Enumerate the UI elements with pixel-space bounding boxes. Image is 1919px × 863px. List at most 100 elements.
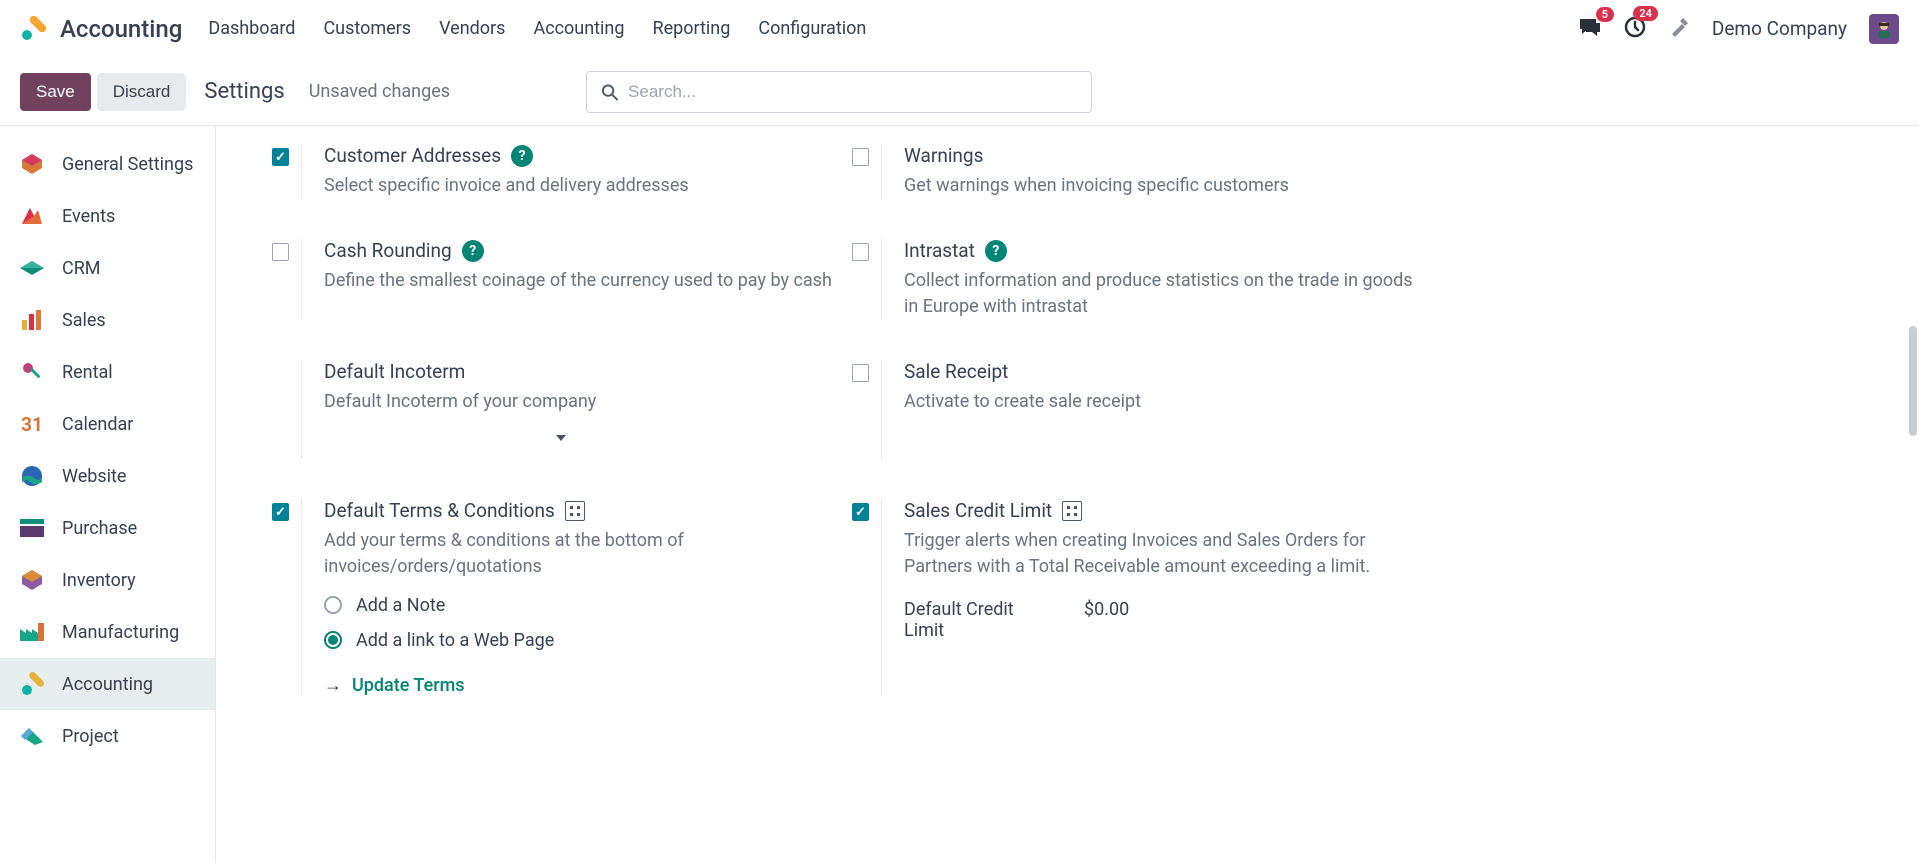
sidebar-item-website[interactable]: Website <box>0 450 215 502</box>
menu-configuration[interactable]: Configuration <box>758 18 866 39</box>
sidebar-item-label: CRM <box>62 258 101 279</box>
sidebar-item-rental[interactable]: Rental <box>0 346 215 398</box>
menu-customers[interactable]: Customers <box>323 18 411 39</box>
setting-desc: Get warnings when invoicing specific cus… <box>904 173 1428 199</box>
sidebar-item-accounting[interactable]: Accounting <box>0 658 215 710</box>
credit-limit-value[interactable]: $0.00 <box>1084 599 1129 641</box>
setting-title: Sale Receipt <box>904 360 1008 383</box>
help-icon[interactable]: ? <box>985 240 1007 262</box>
radio-icon <box>324 596 342 614</box>
messages-button[interactable]: 5 <box>1578 17 1602 41</box>
sidebar-item-manufacturing[interactable]: Manufacturing <box>0 606 215 658</box>
radio-icon <box>324 631 342 649</box>
setting-desc: Define the smallest coinage of the curre… <box>324 268 848 294</box>
cash-rounding-checkbox[interactable] <box>272 243 289 261</box>
setting-title: Warnings <box>904 144 983 167</box>
sidebar-item-label: Project <box>62 726 119 747</box>
sidebar-item-label: Calendar <box>62 414 133 435</box>
setting-desc: Add your terms & conditions at the botto… <box>324 528 848 580</box>
credit-limit-label: Default Credit Limit <box>904 599 1044 641</box>
setting-sales-credit-limit: Sales Credit Limit Trigger alerts when c… <box>852 499 1428 695</box>
body: General Settings Events CRM Sales Rental… <box>0 126 1919 863</box>
sale-receipt-checkbox[interactable] <box>852 364 869 382</box>
search-input[interactable] <box>628 82 1077 102</box>
setting-desc: Activate to create sale receipt <box>904 389 1428 415</box>
sidebar-item-label: Website <box>62 466 126 487</box>
company-selector[interactable]: Demo Company <box>1712 17 1847 40</box>
sidebar-item-label: Manufacturing <box>62 622 179 643</box>
setting-desc: Collect information and produce statisti… <box>904 268 1428 320</box>
sidebar-item-label: General Settings <box>62 154 193 175</box>
sidebar-item-calendar[interactable]: 31 Calendar <box>0 398 215 450</box>
sidebar-item-label: Events <box>62 206 115 227</box>
setting-title: Sales Credit Limit <box>904 499 1052 522</box>
unsaved-status: Unsaved changes <box>309 81 450 102</box>
save-button[interactable]: Save <box>20 73 91 111</box>
company-scope-icon[interactable] <box>565 501 585 521</box>
menu-reporting[interactable]: Reporting <box>652 18 730 39</box>
setting-desc: Select specific invoice and delivery add… <box>324 173 848 199</box>
setting-sale-receipt: Sale Receipt Activate to create sale rec… <box>852 360 1428 459</box>
sidebar-item-sales[interactable]: Sales <box>0 294 215 346</box>
sidebar-item-inventory[interactable]: Inventory <box>0 554 215 606</box>
setting-title: Customer Addresses <box>324 144 501 167</box>
intrastat-checkbox[interactable] <box>852 243 869 261</box>
sidebar-item-crm[interactable]: CRM <box>0 242 215 294</box>
sidebar-item-project[interactable]: Project <box>0 710 215 762</box>
user-avatar[interactable] <box>1869 14 1899 44</box>
events-icon <box>18 202 46 230</box>
activities-button[interactable]: 24 <box>1624 16 1646 42</box>
arrow-right-icon: → <box>324 675 342 696</box>
general-settings-icon <box>18 150 46 178</box>
link-label: Update Terms <box>352 675 465 696</box>
sidebar-item-general-settings[interactable]: General Settings <box>0 138 215 190</box>
sales-icon <box>18 306 46 334</box>
sidebar-item-label: Accounting <box>62 674 153 695</box>
menu-dashboard[interactable]: Dashboard <box>208 18 295 39</box>
setting-title: Intrastat <box>904 239 975 262</box>
radio-add-note[interactable]: Add a Note <box>324 595 848 616</box>
top-right: 5 24 Demo Company <box>1578 14 1899 44</box>
help-icon[interactable]: ? <box>511 145 533 167</box>
scrollbar-thumb[interactable] <box>1909 326 1917 436</box>
search-box[interactable] <box>586 71 1092 113</box>
setting-cash-rounding: Cash Rounding ? Define the smallest coin… <box>272 239 848 320</box>
customer-addresses-checkbox[interactable] <box>272 148 289 166</box>
sidebar-item-purchase[interactable]: Purchase <box>0 502 215 554</box>
sidebar-item-label: Purchase <box>62 518 137 539</box>
menu-vendors[interactable]: Vendors <box>439 18 505 39</box>
update-terms-link[interactable]: → Update Terms <box>324 675 848 696</box>
discard-button[interactable]: Discard <box>97 73 187 111</box>
project-icon <box>18 722 46 750</box>
sales-credit-limit-checkbox[interactable] <box>852 503 869 521</box>
sidebar-item-label: Sales <box>62 310 106 331</box>
sidebar-item-events[interactable]: Events <box>0 190 215 242</box>
help-icon[interactable]: ? <box>462 240 484 262</box>
incoterm-dropdown[interactable] <box>324 435 574 459</box>
control-bar: Save Discard Settings Unsaved changes <box>0 58 1919 126</box>
top-menu: Dashboard Customers Vendors Accounting R… <box>208 18 866 39</box>
radio-label: Add a Note <box>356 595 445 616</box>
app-title: Accounting <box>60 15 182 43</box>
manufacturing-icon <box>18 618 46 646</box>
company-scope-icon[interactable] <box>1062 501 1082 521</box>
activities-badge: 24 <box>1633 6 1658 21</box>
radio-add-link[interactable]: Add a link to a Web Page <box>324 630 848 651</box>
crm-icon <box>18 254 46 282</box>
app-icon <box>20 16 46 42</box>
setting-title: Cash Rounding <box>324 239 452 262</box>
inventory-icon <box>18 566 46 594</box>
messages-badge: 5 <box>1596 7 1614 22</box>
setting-title: Default Incoterm <box>324 360 465 383</box>
setting-customer-addresses: Customer Addresses ? Select specific inv… <box>272 144 848 199</box>
setting-default-incoterm: Default Incoterm Default Incoterm of you… <box>272 360 848 459</box>
rental-icon <box>18 358 46 386</box>
setting-warnings: Warnings Get warnings when invoicing spe… <box>852 144 1428 199</box>
warnings-checkbox[interactable] <box>852 148 869 166</box>
settings-content: Customer Addresses ? Select specific inv… <box>216 126 1919 863</box>
search-icon <box>601 83 618 101</box>
default-terms-checkbox[interactable] <box>272 503 289 521</box>
tools-icon[interactable] <box>1668 16 1690 42</box>
menu-accounting[interactable]: Accounting <box>533 18 624 39</box>
radio-label: Add a link to a Web Page <box>356 630 554 651</box>
